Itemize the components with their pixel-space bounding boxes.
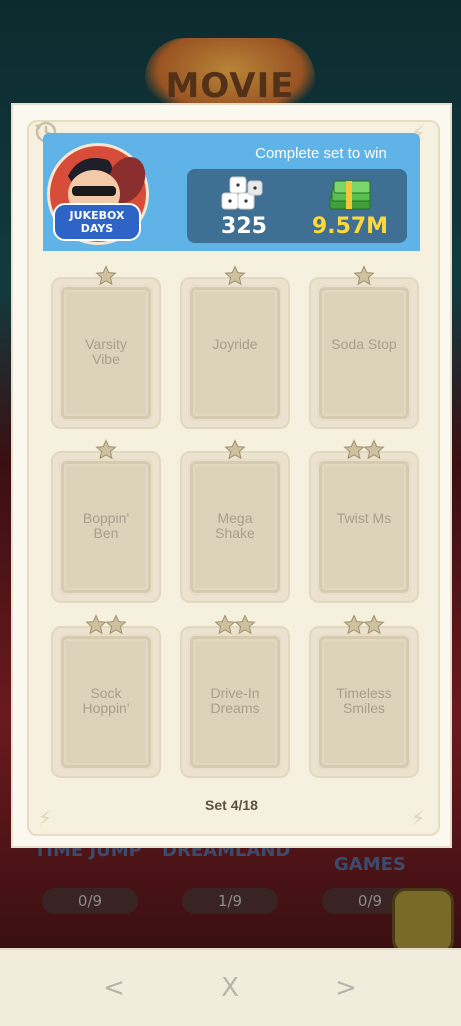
star-icon: [224, 439, 246, 461]
star-icon: [353, 265, 375, 287]
set-progress-label: Set 4/18: [205, 797, 258, 813]
card-face: Drive-In Dreams: [188, 634, 282, 770]
star-icon: [214, 614, 236, 636]
reward-panel: 325 9.57M: [187, 169, 407, 243]
header-title: Complete set to win: [255, 145, 387, 162]
background-counter: 1/9: [182, 888, 278, 914]
star-rating: [311, 439, 417, 461]
card-name: Boppin' Ben: [82, 510, 130, 541]
card-slot[interactable]: Timeless Smiles: [309, 614, 419, 778]
star-rating: [53, 265, 159, 287]
set-reward-header: JUKEBOX DAYS Complete set to win 325 9.5…: [43, 133, 420, 251]
card-name: Mega Shake: [215, 510, 255, 541]
star-rating: [53, 439, 159, 461]
card-slot[interactable]: Drive-In Dreams: [180, 614, 290, 778]
bottom-nav-bar: < X >: [0, 948, 461, 1026]
card-grid: Varsity Vibe Joyride Soda Stop Boppin' B…: [43, 263, 420, 778]
card-face: Twist Ms: [317, 459, 411, 595]
card-slot[interactable]: Mega Shake: [180, 439, 290, 603]
star-rating: [182, 265, 288, 287]
dice-reward-value: 325: [221, 214, 267, 239]
card-slot[interactable]: Soda Stop: [309, 265, 419, 429]
card-face: Boppin' Ben: [59, 459, 153, 595]
background-label-games: GAMES: [334, 854, 406, 875]
card-name: Drive-In Dreams: [210, 685, 260, 716]
card-face: Soda Stop: [317, 285, 411, 421]
close-button[interactable]: X: [210, 968, 250, 1008]
star-icon: [95, 439, 117, 461]
cash-stack-icon: [322, 175, 378, 215]
card-face: Sock Hoppin': [59, 634, 153, 770]
next-set-button[interactable]: >: [326, 968, 366, 1008]
card-set-dialog: ⚡ ⚡ ⚡ JUKEBOX DAYS Complete set to win 3…: [11, 103, 452, 848]
star-icon: [363, 439, 385, 461]
card-face: Timeless Smiles: [317, 634, 411, 770]
star-rating: [311, 614, 417, 636]
card-name: Joyride: [212, 336, 258, 352]
star-icon: [95, 265, 117, 287]
star-icon: [343, 439, 365, 461]
card-slot[interactable]: Joyride: [180, 265, 290, 429]
card-slot[interactable]: Boppin' Ben: [51, 439, 161, 603]
star-rating: [311, 265, 417, 287]
card-name: Twist Ms: [336, 510, 392, 526]
star-rating: [53, 614, 159, 636]
star-icon: [224, 265, 246, 287]
card-name: Soda Stop: [331, 336, 397, 352]
previous-set-button[interactable]: <: [94, 968, 134, 1008]
card-slot[interactable]: Varsity Vibe: [51, 265, 161, 429]
background-game-icon: [392, 888, 454, 954]
card-face: Mega Shake: [188, 459, 282, 595]
album-badge: JUKEBOX DAYS: [53, 203, 141, 241]
album-avatar: JUKEBOX DAYS: [41, 137, 151, 247]
card-face: Varsity Vibe: [59, 285, 153, 421]
card-slot[interactable]: Sock Hoppin': [51, 614, 161, 778]
card-slot[interactable]: Twist Ms: [309, 439, 419, 603]
card-name: Varsity Vibe: [85, 336, 127, 367]
card-name: Timeless Smiles: [336, 685, 392, 716]
background-banner-text: MOVIE: [165, 66, 295, 106]
background-counter: 0/9: [42, 888, 138, 914]
star-icon: [105, 614, 127, 636]
star-icon: [234, 614, 256, 636]
dice-reward: 325: [211, 175, 277, 239]
star-rating: [182, 439, 288, 461]
star-icon: [85, 614, 107, 636]
cash-reward: 9.57M: [299, 175, 401, 239]
cash-reward-value: 9.57M: [311, 214, 389, 239]
star-icon: [363, 614, 385, 636]
star-icon: [343, 614, 365, 636]
card-face: Joyride: [188, 285, 282, 421]
dice-icon: [216, 175, 272, 215]
card-name: Sock Hoppin': [82, 685, 130, 716]
star-rating: [182, 614, 288, 636]
